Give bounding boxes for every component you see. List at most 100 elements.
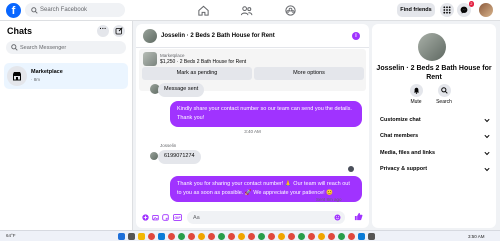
- chrome-icon[interactable]: [148, 233, 155, 240]
- new-message-button[interactable]: [113, 25, 125, 37]
- app-icon[interactable]: [358, 233, 365, 240]
- profile-avatar[interactable]: [479, 3, 493, 17]
- taskbar-search-icon[interactable]: [128, 233, 135, 240]
- facebook-search-input[interactable]: Search Facebook: [25, 3, 125, 17]
- chats-title: Chats: [7, 26, 33, 36]
- chat-header: Josselin · 2 Beds 2 Bath House for Rent …: [136, 24, 369, 48]
- facebook-logo[interactable]: f: [6, 3, 21, 18]
- sender-name: Josselin: [160, 143, 177, 148]
- chrome-profile-icon[interactable]: [218, 233, 225, 240]
- grid-icon: [443, 6, 451, 14]
- chrome-profile-icon[interactable]: [288, 233, 295, 240]
- mute-label: Mute: [410, 98, 422, 105]
- chrome-profile-icon[interactable]: [238, 233, 245, 240]
- plus-icon[interactable]: [142, 214, 149, 221]
- message-timestamp: 3:40 AM: [244, 129, 261, 134]
- messenger-search-input[interactable]: Search Messenger: [6, 41, 126, 54]
- chrome-profile-icon[interactable]: [208, 233, 215, 240]
- read-receipt-avatar: [348, 166, 354, 172]
- section-label: Chat members: [380, 133, 419, 139]
- mute-button[interactable]: Mute: [404, 84, 428, 105]
- contact-avatar[interactable]: [418, 33, 446, 61]
- chevron-down-icon: [484, 167, 490, 172]
- conversation-time: · 8m: [31, 77, 40, 82]
- menu-button[interactable]: [440, 3, 454, 17]
- chrome-profile-icon[interactable]: [278, 233, 285, 240]
- start-icon[interactable]: [118, 233, 125, 240]
- weather-widget[interactable]: 64°F: [6, 233, 16, 238]
- chevron-down-icon: [484, 134, 490, 139]
- image-icon[interactable]: [152, 214, 159, 221]
- chrome-profile-icon[interactable]: [248, 233, 255, 240]
- chrome-profile-icon[interactable]: [198, 233, 205, 240]
- conversation-details-panel: Josselin · 2 Beds 2 Bath House for Rent …: [372, 24, 496, 228]
- chrome-profile-icon[interactable]: [228, 233, 235, 240]
- section-label: Customize chat: [380, 117, 421, 123]
- chrome-profile-icon[interactable]: [328, 233, 335, 240]
- chrome-profile-icon[interactable]: [298, 233, 305, 240]
- bell-icon: [413, 87, 419, 94]
- chrome-profile-icon[interactable]: [268, 233, 275, 240]
- privacy-support-row[interactable]: Privacy & support: [380, 166, 490, 176]
- mark-as-pending-button[interactable]: Mark as pending: [142, 67, 252, 80]
- conversation-marketplace[interactable]: Marketplace · 8m: [4, 63, 128, 89]
- chat-members-row[interactable]: Chat members: [380, 133, 490, 143]
- chat-title[interactable]: Josselin · 2 Beds 2 Bath House for Rent: [161, 33, 275, 39]
- chrome-profile-icon[interactable]: [258, 233, 265, 240]
- file-explorer-icon[interactable]: [138, 233, 145, 240]
- conversation-name: Marketplace: [31, 69, 63, 75]
- gif-icon[interactable]: GIF: [173, 214, 182, 221]
- section-label: Media, files and links: [380, 150, 436, 156]
- customize-chat-row[interactable]: Customize chat: [380, 117, 490, 127]
- sent-status: Sent 8m ago: [316, 197, 342, 202]
- top-navigation-bar: f Search Facebook Find friends 2: [0, 0, 500, 21]
- emoji-icon[interactable]: [334, 214, 341, 221]
- friends-icon[interactable]: [240, 4, 253, 17]
- message-input[interactable]: Aa: [187, 211, 345, 224]
- chrome-profile-icon[interactable]: [178, 233, 185, 240]
- conversation-info-button[interactable]: i: [352, 32, 360, 40]
- edge-icon[interactable]: [158, 233, 165, 240]
- chrome-profile-icon[interactable]: [348, 233, 355, 240]
- incoming-message[interactable]: 6199071274: [158, 150, 201, 164]
- chats-sidebar: Chats ··· Search Messenger Marketplace ·…: [0, 21, 133, 230]
- groups-icon[interactable]: [284, 4, 297, 17]
- chrome-profile-icon[interactable]: [308, 233, 315, 240]
- more-options-button[interactable]: More options: [254, 67, 364, 80]
- search-placeholder: Search Facebook: [40, 6, 88, 13]
- windows-taskbar: 64°F 3:50 AM: [0, 230, 500, 241]
- search-label: Search: [436, 98, 452, 105]
- find-friends-button[interactable]: Find friends: [397, 3, 435, 17]
- listing-title[interactable]: $1,250 · 2 Beds 2 Bath House for Rent: [160, 59, 246, 65]
- messenger-search-placeholder: Search Messenger: [20, 44, 67, 51]
- message-composer: GIF Aa: [136, 207, 369, 228]
- like-icon[interactable]: [354, 212, 363, 221]
- chevron-down-icon: [484, 151, 490, 156]
- chat-avatar[interactable]: [143, 29, 157, 43]
- sender-avatar: [150, 152, 158, 160]
- message-sent-notice: Message sent: [158, 83, 205, 97]
- chrome-profile-icon[interactable]: [168, 233, 175, 240]
- chrome-profile-icon[interactable]: [338, 233, 345, 240]
- chrome-profile-icon[interactable]: [318, 233, 325, 240]
- chrome-profile-icon[interactable]: [188, 233, 195, 240]
- listing-thumbnail[interactable]: [143, 52, 157, 66]
- chat-window: Josselin · 2 Beds 2 Bath House for Rent …: [136, 24, 369, 228]
- contact-name: Josselin · 2 Beds 2 Bath House for Rent: [376, 65, 492, 81]
- search-icon: [440, 87, 448, 94]
- outgoing-message[interactable]: Kindly share your contact number so our …: [170, 101, 362, 127]
- chat-options-button[interactable]: ···: [97, 25, 109, 37]
- search-icon: [31, 6, 38, 14]
- app-icon[interactable]: [368, 233, 375, 240]
- media-files-links-row[interactable]: Media, files and links: [380, 150, 490, 160]
- search-conversation-button[interactable]: Search: [432, 84, 456, 105]
- marketplace-label: Marketplace: [160, 53, 185, 58]
- message-placeholder: Aa: [193, 214, 200, 221]
- svg-text:GIF: GIF: [174, 216, 181, 220]
- marketplace-icon: [13, 72, 21, 81]
- sticker-icon[interactable]: [162, 214, 169, 221]
- clock[interactable]: 3:50 AM: [468, 234, 485, 239]
- home-icon[interactable]: [197, 4, 210, 17]
- section-label: Privacy & support: [380, 166, 428, 172]
- marketplace-avatar: [7, 66, 27, 86]
